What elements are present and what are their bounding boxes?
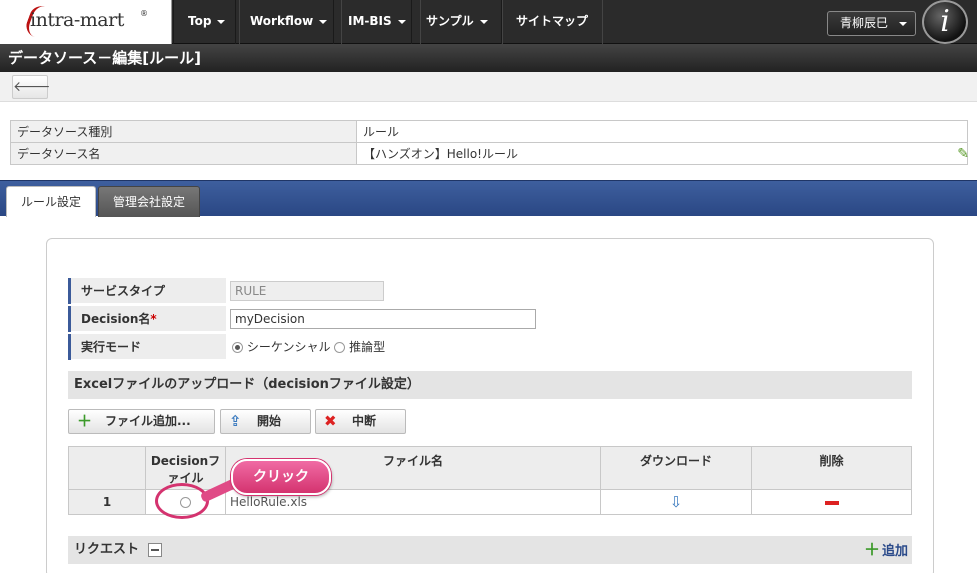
logo-registered-mark: ® (140, 9, 148, 18)
plus-icon: ＋ (77, 412, 93, 430)
col-header-download: ダウンロード (600, 446, 752, 490)
highlight-ring (155, 483, 209, 519)
x-icon: ✖ (324, 412, 337, 430)
field-label: Decision名* (68, 306, 226, 332)
chevron-down-icon (217, 19, 226, 24)
decision-name-input[interactable]: myDecision (230, 309, 536, 329)
upload-icon: ⇪ (229, 412, 242, 430)
nav-item-label: サイトマップ (516, 14, 589, 28)
button-label: 開始 (257, 414, 282, 428)
radio-sequential[interactable] (232, 342, 243, 353)
intra-mart-logo[interactable]: intra-mart ® (0, 0, 172, 44)
field-value: シーケンシャル 推論型 (226, 334, 912, 360)
add-label: 追加 (881, 544, 908, 559)
tab-bar: ルール設定 管理会社設定 (0, 180, 977, 217)
delete-cell (751, 489, 912, 515)
page-title: データソース－編集[ルール] (0, 44, 977, 72)
form-row-decision-name: Decision名* myDecision (68, 306, 912, 332)
stop-upload-button[interactable]: ✖ 中断 (315, 409, 406, 434)
table-row: データソース種別 ルール (10, 120, 968, 143)
radio-label: 推論型 (349, 340, 386, 354)
nav-item-label: サンプル (426, 14, 474, 28)
field-value: myDecision (226, 306, 912, 332)
info-value: ルール (356, 120, 968, 143)
radio-inference[interactable] (334, 342, 346, 353)
download-icon[interactable]: ⇩ (600, 489, 752, 515)
user-name: 青柳辰巳 (840, 16, 889, 30)
click-callout: クリック (231, 459, 331, 495)
decision-name-label: Decision名 (81, 312, 151, 326)
nav-item-im-bis[interactable]: IM-BIS (333, 0, 421, 44)
datasource-info-table: データソース種別 ルール データソース名 【ハンズオン】Hello!ルール (10, 120, 968, 165)
start-upload-button[interactable]: ⇪ 開始 (220, 409, 311, 434)
delete-icon[interactable] (824, 500, 839, 505)
add-file-button[interactable]: ＋ ファイル追加... (68, 409, 215, 434)
chevron-down-icon (319, 19, 328, 24)
required-mark: * (150, 312, 157, 326)
nav-item-label: Top (188, 14, 212, 28)
chevron-down-icon (397, 19, 406, 24)
logo-text: intra-mart (30, 9, 124, 31)
form-row-service-type: サービスタイプ RULE (68, 278, 912, 304)
field-label: 実行モード (68, 334, 226, 360)
add-request-link[interactable]: ＋追加 (864, 536, 908, 566)
field-label: サービスタイプ (68, 278, 226, 304)
chevron-down-icon (899, 22, 907, 26)
nav-item-sample[interactable]: サンプル (411, 0, 503, 44)
nav-item-label: IM-BIS (348, 14, 392, 28)
col-header-delete: 削除 (751, 446, 912, 490)
user-menu-button[interactable]: 青柳辰巳 (827, 11, 916, 36)
chevron-down-icon (479, 19, 488, 24)
table-row: データソース名 【ハンズオン】Hello!ルール (10, 142, 968, 165)
form-row-exec-mode: 実行モード シーケンシャル 推論型 (68, 334, 912, 360)
table-header-row: Decisionファイル ファイル名 ダウンロード 削除 (68, 446, 912, 490)
row-number: 1 (68, 489, 146, 515)
service-type-field: RULE (230, 281, 384, 301)
info-key: データソース名 (10, 142, 357, 165)
nav-item-top[interactable]: Top (173, 0, 241, 44)
back-arrow-icon[interactable]: 🡐 (12, 75, 51, 99)
info-icon[interactable]: i (922, 0, 968, 44)
button-label: ファイル追加... (105, 414, 191, 428)
nav-item-sitemap[interactable]: サイトマップ (501, 0, 604, 44)
info-key: データソース種別 (10, 120, 357, 143)
nav-item-workflow[interactable]: Workflow (235, 0, 343, 44)
tab-management-company[interactable]: 管理会社設定 (98, 186, 201, 217)
info-value: 【ハンズオン】Hello!ルール (356, 142, 968, 165)
field-value: RULE (226, 278, 912, 304)
nav-item-label: Workflow (250, 14, 314, 28)
button-label: 中断 (352, 414, 377, 428)
plus-icon: ＋ (863, 540, 880, 559)
tab-rule-settings[interactable]: ルール設定 (6, 186, 97, 217)
request-section: リクエスト ＋追加 (68, 536, 912, 564)
upload-section-title: Excelファイルのアップロード（decisionファイル設定） (68, 371, 912, 399)
col-header-num (68, 446, 146, 490)
pencil-edit-icon[interactable]: ✎ (957, 146, 969, 162)
request-title: リクエスト (74, 542, 140, 557)
radio-label: シーケンシャル (246, 340, 331, 354)
collapse-icon[interactable] (147, 542, 162, 557)
toolbar: 🡐 (0, 72, 977, 102)
top-nav: intra-mart ® Top Workflow IM-BIS サンプル サイ… (0, 0, 977, 44)
